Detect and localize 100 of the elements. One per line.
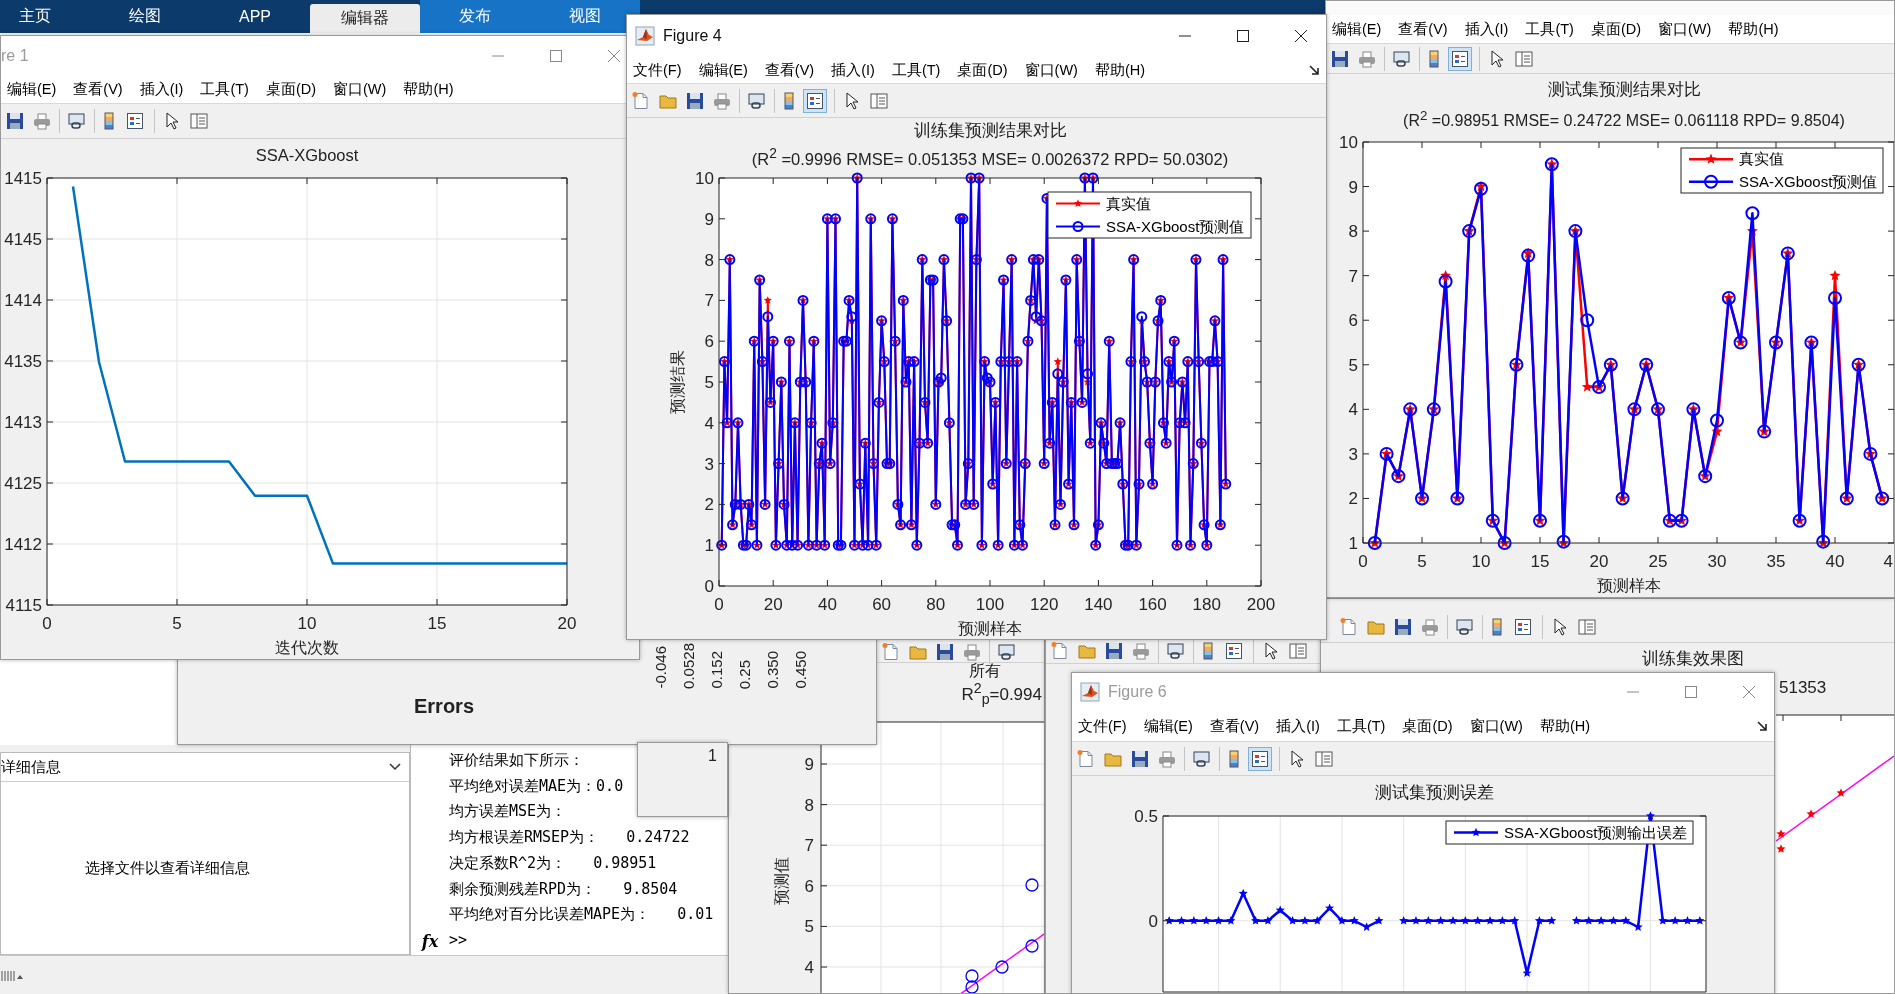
y-tick-label: 7 xyxy=(704,291,714,311)
x-tick-label: 10 xyxy=(297,614,317,633)
chart-subtitle: 51353 xyxy=(1779,678,1827,698)
legend-label: 真实值 xyxy=(1739,150,1784,168)
y-tick-label: 2 xyxy=(704,495,714,515)
command-output-line: 平均绝对误差MAE为：0.0 xyxy=(449,775,624,797)
legend-label: 真实值 xyxy=(1106,194,1151,212)
cell-value: 1 xyxy=(708,747,717,765)
chart-subtitle: (R$^{2}$ =0.98951 RMSE= 0.24722 MSE= 0.061118 RPD= 9.8504) xyxy=(1403,107,1845,131)
y-tick-label: 1413 xyxy=(4,413,42,432)
x-tick-label: 0.152 xyxy=(708,651,726,689)
window-title: Figure 4 xyxy=(663,27,722,45)
y-tick-label: 4 xyxy=(1348,400,1358,420)
y-tick-label: 6 xyxy=(704,332,714,352)
command-output-line: 平均绝对百分比误差MAPE为： 0.01 xyxy=(449,904,714,926)
chart-subtitle: (R$^{2}$ =0.9996 RMSE= 0.051353 MSE= 0.0026372 RPD= 50.0302) xyxy=(751,145,1229,169)
chart-title: 测试集预测结果对比 xyxy=(1547,79,1701,100)
x-tick-label: 0.450 xyxy=(792,651,810,689)
chart-title: 所有 xyxy=(969,660,1001,681)
x-tick-label: 0.0528 xyxy=(680,643,698,689)
y-tick-label: 10 xyxy=(1339,133,1358,152)
y-tick-label: 1 xyxy=(704,536,714,556)
chart-title: 测试集预测误差 xyxy=(1375,782,1494,803)
command-output-line: 均方误差MSE为： xyxy=(449,801,567,823)
x-tick-label: 20 xyxy=(557,614,577,633)
y-tick-label: 4115 xyxy=(5,596,42,615)
y-tick-label: 2 xyxy=(1348,489,1358,509)
y-tick-label: 0 xyxy=(1148,911,1158,931)
y-tick-label: 1414 xyxy=(4,291,42,310)
x-tick-label: 35 xyxy=(1766,552,1786,571)
x-tick-label: 0 xyxy=(42,614,52,633)
y-tick-label: 9 xyxy=(1348,177,1358,197)
y-tick-label: 4 xyxy=(704,413,714,433)
y-axis-label: 预测结果 xyxy=(669,350,686,414)
legend-label: SSA-XGboost预测值 xyxy=(1106,217,1245,235)
y-tick-label: 1415 xyxy=(4,171,42,188)
y-tick-label: 0.5 xyxy=(1134,810,1158,826)
x-tick-label: 0 xyxy=(1358,552,1368,571)
x-axis-label: 预测样本 xyxy=(1596,577,1661,594)
x-tick-label: 80 xyxy=(926,595,946,614)
y-tick-label: 3 xyxy=(1348,444,1358,464)
x-tick-label: 100 xyxy=(975,595,1005,614)
x-tick-label: 120 xyxy=(1030,595,1059,614)
y-tick-label: 5 xyxy=(1348,355,1358,375)
window-title: Figure 6 xyxy=(1108,683,1167,701)
details-message: 选择文件以查看详细信息 xyxy=(84,858,250,878)
x-tick-label: -0.046 xyxy=(652,646,670,689)
y-tick-label: 8 xyxy=(704,250,714,270)
y-tick-label: 3 xyxy=(704,454,714,474)
y-tick-label: 8 xyxy=(1348,222,1358,242)
chart-title: 训练集预测结果对比 xyxy=(913,120,1067,141)
y-tick-label: 4125 xyxy=(4,474,42,493)
y-tick-label: 4145 xyxy=(4,230,42,249)
y-tick-label: 1 xyxy=(1348,534,1358,553)
x-axis-label: 迭代次数 xyxy=(275,639,339,656)
y-tick-label: 6 xyxy=(1348,311,1358,331)
x-tick-label: 200 xyxy=(1246,595,1276,614)
x-tick-label: 5 xyxy=(1417,552,1427,571)
y-tick-label: 1412 xyxy=(4,535,42,554)
command-output-line: 均方根误差RMSEP为： 0.24722 xyxy=(449,827,690,849)
x-tick-label: 0.25 xyxy=(736,659,754,689)
y-tick-label: 0 xyxy=(704,577,714,596)
x-tick-label: 20 xyxy=(763,595,783,614)
x-tick-label: 15 xyxy=(427,614,447,633)
y-tick-label: 6 xyxy=(804,876,814,896)
x-tick-label: 4 xyxy=(1883,552,1893,571)
y-tick-label: 5 xyxy=(704,373,714,392)
legend-label: SSA-XGboost预测值 xyxy=(1739,172,1878,190)
y-tick-label: 4 xyxy=(804,958,814,977)
x-tick-label: 180 xyxy=(1192,595,1221,614)
command-output-line: 剩余预测残差RPD为： 9.8504 xyxy=(449,878,678,900)
y-tick-label: 4135 xyxy=(4,352,42,371)
x-tick-label: 5 xyxy=(172,614,182,633)
y-tick-label: 7 xyxy=(1348,266,1358,286)
legend-label: SSA-XGboost预测输出误差 xyxy=(1504,823,1688,841)
x-tick-label: 15 xyxy=(1530,552,1550,571)
x-tick-label: 60 xyxy=(872,595,892,614)
x-tick-label: 25 xyxy=(1648,552,1668,571)
y-tick-label: 8 xyxy=(804,795,814,815)
chart-subtitle: R$^{2}$$_{p}$=0.994 xyxy=(961,680,1042,708)
y-axis-label: 预测值 xyxy=(773,857,790,905)
window-title: re 1 xyxy=(1,47,29,65)
command-output-line: 评价结果如下所示： xyxy=(449,750,584,771)
x-tick-label: 160 xyxy=(1138,595,1167,614)
x-axis-label: Errors xyxy=(413,694,476,718)
x-axis-label: 预测样本 xyxy=(958,620,1022,637)
x-tick-label: 30 xyxy=(1707,552,1727,571)
y-tick-label: 9 xyxy=(804,755,814,774)
x-tick-label: 10 xyxy=(1471,552,1491,571)
chart-title: 训练集效果图 xyxy=(1641,647,1744,670)
y-tick-label: 7 xyxy=(804,836,814,856)
x-tick-label: 40 xyxy=(817,595,837,614)
y-tick-label: 10 xyxy=(695,170,714,188)
y-tick-label: 5 xyxy=(804,917,814,937)
chart-title: SSA-XGboost xyxy=(255,145,359,165)
x-tick-label: 0 xyxy=(714,595,724,614)
x-tick-label: 140 xyxy=(1084,595,1113,614)
command-output-line: 决定系数R^2为： 0.98951 xyxy=(449,852,657,874)
x-tick-label: 40 xyxy=(1825,552,1845,571)
x-tick-label: 0.350 xyxy=(764,651,782,689)
